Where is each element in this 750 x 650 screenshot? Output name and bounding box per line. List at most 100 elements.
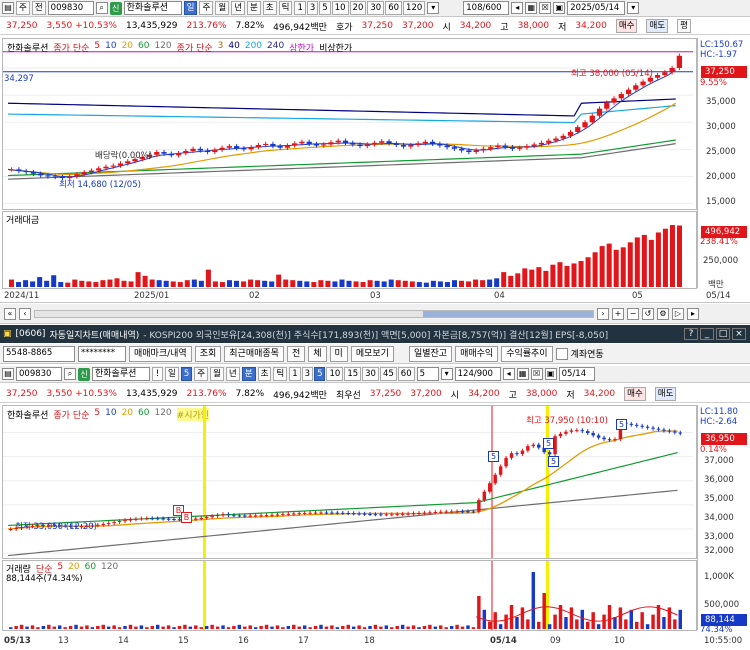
trade-mark-button[interactable]: 매매마크/내역	[129, 345, 192, 362]
sell-button[interactable]: 매도	[654, 387, 677, 401]
unfilled-button[interactable]: 미	[329, 345, 348, 362]
account-link-checkbox[interactable]	[555, 347, 568, 360]
interval-15-button[interactable]: 15	[344, 367, 362, 381]
interval-1-button[interactable]: 1	[289, 367, 301, 381]
sell-button[interactable]: 매도	[646, 19, 669, 33]
minute-button[interactable]: 분	[246, 1, 261, 15]
daily-balance-button[interactable]: 일별잔고	[408, 345, 453, 362]
interval-10-button[interactable]: 10	[326, 367, 344, 381]
month-button[interactable]: 월	[215, 1, 230, 15]
scrollbar-thumb[interactable]	[423, 310, 593, 317]
week-button[interactable]: 주	[194, 367, 209, 381]
grid-icon[interactable]: ▦	[525, 2, 538, 14]
interval-input[interactable]: 5	[416, 367, 439, 381]
prev-icon[interactable]: ◂	[502, 368, 515, 380]
stock-name[interactable]: 한화솔루션	[92, 367, 150, 381]
checkbox-icon[interactable]: ☒	[530, 368, 543, 380]
interval-45-button[interactable]: 45	[379, 367, 397, 381]
minimize-icon[interactable]: _	[700, 328, 714, 340]
minute-button[interactable]: 분	[241, 367, 256, 381]
top-volume-plot[interactable]: 거래대금	[2, 211, 697, 289]
zoom-in-icon[interactable]: +	[612, 307, 624, 320]
scroll-right-icon[interactable]: ›	[597, 307, 609, 320]
scrollbar-track[interactable]	[34, 309, 594, 318]
day-button[interactable]: 일	[183, 1, 198, 15]
tick-button[interactable]: 틱	[278, 1, 293, 15]
day-button[interactable]: 일	[165, 367, 179, 381]
top-price-plot[interactable]: 한화솔루션 종가 단순 5 10 20 60 120 종가 단순 3 40 20…	[2, 38, 697, 210]
trade-profit-button[interactable]: 매매수익	[455, 345, 499, 362]
menu-icon[interactable]: ▤	[2, 2, 14, 14]
search-icon[interactable]: ⌕	[95, 2, 108, 14]
settings-icon[interactable]: ⚙	[657, 307, 669, 320]
calendar-icon[interactable]: ▣	[544, 368, 557, 380]
interval-20-button[interactable]: 20	[349, 1, 367, 15]
interval-5-button[interactable]: 5	[319, 1, 331, 15]
code-input[interactable]: 009830	[16, 367, 62, 381]
date-field[interactable]: 2025/05/14	[567, 1, 626, 15]
interval-120-button[interactable]: 120	[403, 1, 426, 15]
week-button[interactable]: 주	[199, 1, 214, 15]
interval-10-button[interactable]: 10	[331, 1, 349, 15]
five-button[interactable]: 5	[180, 367, 193, 381]
prev-icon[interactable]: ◂	[511, 2, 524, 14]
buy-button[interactable]: 매수	[615, 19, 638, 33]
interval-3-button[interactable]: 3	[306, 1, 319, 15]
calendar-pick-icon[interactable]: ▾	[627, 2, 640, 14]
bottom-price-plot[interactable]: 한화솔루션 종가 단순 5 10 20 60 120 #시가인 최고 37,95…	[2, 405, 697, 559]
query-button[interactable]: 조회	[194, 345, 222, 362]
month-button[interactable]: 월	[210, 367, 224, 381]
menu-icon[interactable]: ▤	[2, 368, 14, 380]
code-input[interactable]: 009830	[47, 1, 94, 15]
period-a-button[interactable]: 주	[16, 1, 30, 15]
close-icon[interactable]: ×	[732, 328, 746, 340]
count-field[interactable]: 124/900	[454, 367, 501, 381]
trade-marker[interactable]: 5	[616, 419, 627, 430]
calendar-icon[interactable]: ▣	[553, 2, 566, 14]
year-button[interactable]: 년	[225, 367, 240, 381]
trade-marker[interactable]: 5	[548, 456, 559, 467]
count-field[interactable]: 108/600	[463, 1, 510, 15]
return-trend-button[interactable]: 수익률추이	[501, 345, 553, 362]
all-button[interactable]: 전	[286, 345, 306, 362]
trade-marker[interactable]: 5	[488, 451, 499, 462]
buy-button[interactable]: 매수	[624, 387, 646, 401]
search-icon[interactable]: ⌕	[64, 368, 76, 380]
second-button[interactable]: 초	[257, 367, 272, 381]
eval-button[interactable]: 평	[677, 19, 691, 33]
interval-60-button[interactable]: 60	[385, 1, 403, 15]
interval-30-button[interactable]: 30	[367, 1, 385, 15]
interval-5-button[interactable]: 5	[314, 367, 326, 381]
interval-1-button[interactable]: 1	[294, 1, 306, 15]
trade-marker[interactable]: 5	[543, 438, 554, 449]
help-icon[interactable]: ?	[684, 328, 698, 340]
memo-button[interactable]: 메모보기	[350, 345, 394, 362]
interval-60-button[interactable]: 60	[397, 367, 415, 381]
alert-button[interactable]: !	[152, 367, 163, 381]
second-button[interactable]: 초	[262, 1, 277, 15]
interval-3-button[interactable]: 3	[301, 367, 314, 381]
recent-stocks-button[interactable]: 최근매매종목	[224, 345, 284, 362]
account-select[interactable]: 5548-8865	[3, 345, 75, 362]
tick-button[interactable]: 틱	[273, 367, 288, 381]
tool-icon[interactable]: ▸	[687, 307, 699, 320]
checkbox-icon[interactable]: ☒	[539, 2, 552, 14]
dropdown-icon[interactable]: ▾	[427, 2, 440, 14]
dropdown-icon[interactable]: ▾	[440, 368, 453, 380]
cursor-icon[interactable]: ▷	[672, 307, 684, 320]
bottom-volume-plot[interactable]: 거래량 단순 5 20 60 120 88,144주(74.34%)	[2, 560, 697, 631]
scroll-left-icon[interactable]: ‹	[19, 307, 31, 320]
date-field[interactable]: 05/14	[558, 367, 595, 381]
reset-icon[interactable]: ↺	[642, 307, 654, 320]
buy-marker[interactable]: B	[181, 512, 192, 523]
maximize-icon[interactable]: □	[716, 328, 730, 340]
filled-button[interactable]: 체	[308, 345, 327, 362]
scroll-first-icon[interactable]: «	[4, 307, 16, 320]
year-button[interactable]: 년	[231, 1, 245, 15]
grid-icon[interactable]: ▦	[516, 368, 529, 380]
interval-30-button[interactable]: 30	[362, 367, 379, 381]
password-input[interactable]: ********	[78, 345, 126, 362]
period-b-button[interactable]: 전	[31, 1, 46, 15]
stock-name[interactable]: 한화솔루션	[123, 1, 182, 15]
zoom-out-icon[interactable]: −	[627, 307, 639, 320]
